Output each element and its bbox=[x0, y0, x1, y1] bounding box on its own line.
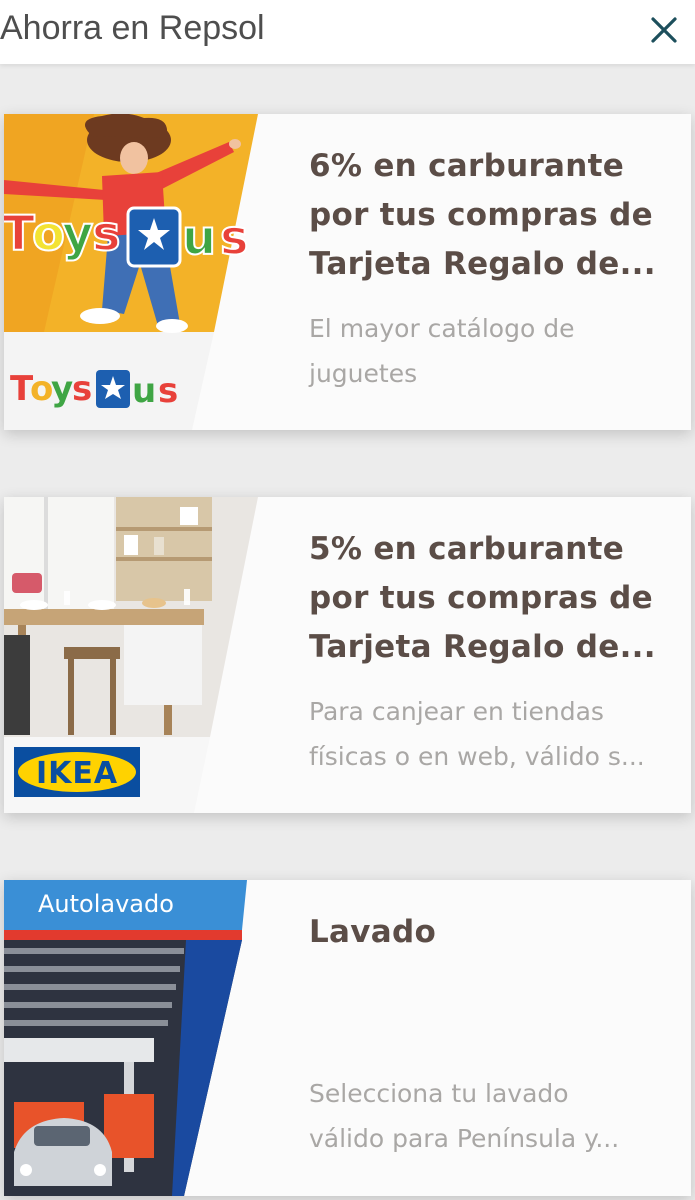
ikea-offer-image: IKEA bbox=[4, 497, 258, 813]
header-bar: Ahorra en Repsol bbox=[0, 0, 695, 64]
svg-text:s: s bbox=[158, 371, 178, 411]
autolavado-sign-text: Autolavado bbox=[38, 890, 174, 918]
svg-text:o: o bbox=[30, 369, 53, 409]
svg-text:u: u bbox=[182, 210, 216, 266]
carwash-offer-image: Autolavado bbox=[4, 880, 247, 1196]
toysrus-offer-image: T o y s u s T o y s u s bbox=[4, 114, 258, 430]
offer-title: 5% en carburante por tus compras de Tarj… bbox=[309, 531, 656, 665]
svg-text:T: T bbox=[4, 206, 35, 262]
svg-text:s: s bbox=[72, 369, 92, 409]
svg-text:u: u bbox=[132, 371, 156, 411]
offer-description: El mayor catálogo de juguetes bbox=[309, 314, 575, 388]
offer-card-ikea[interactable]: IKEA 5% en carburante por tus compras de… bbox=[4, 497, 691, 813]
close-icon[interactable] bbox=[644, 10, 684, 50]
svg-text:IKEA: IKEA bbox=[36, 756, 118, 791]
offer-title: 6% en carburante por tus compras de Tarj… bbox=[309, 148, 656, 282]
svg-text:s: s bbox=[220, 210, 249, 266]
offer-card-lavado[interactable]: Autolavado Lavado Selecciona tu lavado v… bbox=[4, 880, 691, 1196]
svg-text:s: s bbox=[92, 206, 121, 262]
offer-description: Selecciona tu lavado válido para Penínsu… bbox=[309, 1079, 620, 1153]
offer-title: Lavado bbox=[309, 914, 437, 950]
svg-text:o: o bbox=[32, 206, 65, 262]
close-button[interactable] bbox=[644, 10, 684, 50]
svg-text:y: y bbox=[51, 369, 73, 409]
page-title: Ahorra en Repsol bbox=[0, 9, 265, 47]
svg-text:y: y bbox=[62, 206, 93, 262]
offer-description: Para canjear en tiendas físicas o en web… bbox=[309, 697, 645, 771]
offer-card-toysrus[interactable]: T o y s u s T o y s u s 6% en carburante… bbox=[4, 114, 691, 430]
